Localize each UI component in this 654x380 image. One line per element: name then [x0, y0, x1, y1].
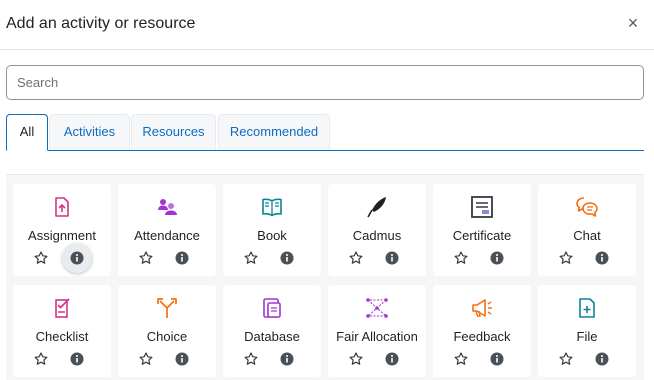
info-icon[interactable]: [280, 352, 294, 366]
search-input[interactable]: [6, 65, 644, 100]
info-icon[interactable]: [175, 352, 189, 366]
info-icon[interactable]: [280, 251, 294, 265]
module-card-feedback[interactable]: Feedback: [433, 285, 531, 377]
module-label: Attendance: [134, 228, 200, 243]
module-card-database[interactable]: Database: [223, 285, 321, 377]
star-icon[interactable]: [139, 251, 153, 265]
info-icon[interactable]: [70, 352, 84, 366]
checklist-icon: [50, 296, 74, 320]
database-icon: [260, 296, 284, 320]
cadmus-icon: [365, 195, 389, 219]
module-label: Fair Allocation: [336, 329, 418, 344]
tab-all[interactable]: All: [6, 114, 48, 151]
star-icon[interactable]: [34, 352, 48, 366]
info-icon[interactable]: [490, 352, 504, 366]
module-card-choice[interactable]: Choice: [118, 285, 216, 377]
certificate-icon: [470, 195, 494, 219]
feedback-icon: [470, 296, 494, 320]
module-card-attendance[interactable]: Attendance: [118, 184, 216, 276]
modal-header: Add an activity or resource ×: [0, 0, 654, 50]
info-icon[interactable]: [62, 243, 92, 273]
module-label: Assignment: [28, 228, 96, 243]
module-label: Feedback: [453, 329, 511, 344]
module-label: Checklist: [35, 329, 89, 344]
module-label: Cadmus: [352, 228, 402, 243]
book-icon: [260, 195, 284, 219]
module-card-certificate[interactable]: Certificate: [433, 184, 531, 276]
info-icon[interactable]: [175, 251, 189, 265]
module-grid: Assignment Attendance Book Cadmus Certif…: [6, 174, 644, 380]
info-icon[interactable]: [490, 251, 504, 265]
chat-icon: [575, 195, 599, 219]
info-icon[interactable]: [595, 352, 609, 366]
star-icon[interactable]: [244, 352, 258, 366]
module-card-file[interactable]: File: [538, 285, 636, 377]
star-icon[interactable]: [34, 251, 48, 265]
module-card-checklist[interactable]: Checklist: [13, 285, 111, 377]
file-icon: [575, 296, 599, 320]
module-card-cadmus[interactable]: Cadmus: [328, 184, 426, 276]
module-card-fair-allocation[interactable]: Fair Allocation: [328, 285, 426, 377]
close-icon[interactable]: ×: [625, 13, 641, 33]
assignment-icon: [50, 195, 74, 219]
module-label: Database: [244, 329, 300, 344]
star-icon[interactable]: [454, 352, 468, 366]
module-card-assignment[interactable]: Assignment: [13, 184, 111, 276]
tab-activities[interactable]: Activities: [49, 114, 130, 150]
choice-icon: [155, 296, 179, 320]
star-icon[interactable]: [559, 251, 573, 265]
module-card-chat[interactable]: Chat: [538, 184, 636, 276]
tab-bar: All Activities Resources Recommended: [6, 114, 644, 151]
module-label: Chat: [573, 228, 601, 243]
star-icon[interactable]: [559, 352, 573, 366]
fair-allocation-icon: [365, 296, 389, 320]
tab-resources[interactable]: Resources: [131, 114, 216, 150]
info-icon[interactable]: [385, 251, 399, 265]
module-card-book[interactable]: Book: [223, 184, 321, 276]
module-label: File: [576, 329, 598, 344]
star-icon[interactable]: [349, 352, 363, 366]
tab-recommended[interactable]: Recommended: [218, 114, 330, 150]
modal-title: Add an activity or resource: [6, 15, 196, 32]
info-icon[interactable]: [595, 251, 609, 265]
info-icon[interactable]: [385, 352, 399, 366]
module-label: Book: [257, 228, 287, 243]
attendance-icon: [155, 195, 179, 219]
module-label: Choice: [146, 329, 188, 344]
star-icon[interactable]: [244, 251, 258, 265]
star-icon[interactable]: [454, 251, 468, 265]
star-icon[interactable]: [349, 251, 363, 265]
module-label: Certificate: [452, 228, 512, 243]
star-icon[interactable]: [139, 352, 153, 366]
